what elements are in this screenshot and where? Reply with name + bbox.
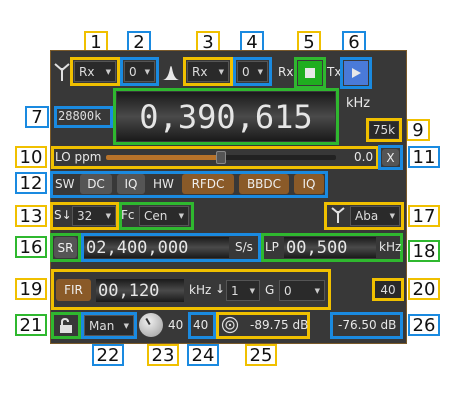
rx-index-select[interactable]: 0 ▼	[124, 61, 155, 82]
label-21: 21	[15, 314, 47, 336]
sw-dc-button[interactable]: DC	[80, 174, 112, 194]
power-meter-icon	[221, 316, 239, 334]
gain-dial-value: 40	[168, 318, 184, 332]
step-value[interactable]: 75k	[370, 122, 398, 138]
label-13: 13	[15, 205, 47, 227]
tx-stream-select-label: Rx	[192, 64, 208, 79]
sample-rate-unit: S/s	[235, 240, 253, 254]
stop-icon	[305, 68, 315, 78]
fc-position-select[interactable]: Cen ▼	[139, 206, 189, 226]
fir-gain-value: 0	[284, 283, 292, 298]
decimation-label: S↓	[54, 208, 72, 222]
gain-value: 40	[193, 318, 209, 332]
chevron-down-icon: ▼	[389, 212, 395, 220]
label-22: 22	[92, 344, 124, 366]
fir-order-value[interactable]: 40	[375, 281, 401, 298]
label-19: 19	[15, 278, 47, 300]
fir-button[interactable]: FIR	[56, 279, 91, 301]
fir-decimation-value: 1	[231, 283, 239, 298]
power-value: -89.75 dB	[250, 318, 309, 332]
tx-index-label: 0	[242, 64, 250, 79]
center-frequency-dial[interactable]: 0,390,615	[117, 92, 335, 141]
lo-shift-value[interactable]: 28800k	[58, 109, 101, 123]
chevron-down-icon: ▼	[218, 67, 224, 76]
label-9: 9	[406, 119, 430, 141]
label-26: 26	[408, 314, 440, 336]
fir-decimation-select[interactable]: 1 ▼	[226, 280, 260, 301]
chevron-down-icon: ▼	[105, 212, 111, 220]
tx-index-select[interactable]: 0 ▼	[237, 61, 268, 82]
chevron-down-icon: ▼	[123, 321, 129, 330]
antenna-icon	[330, 206, 346, 224]
sw-label: SW	[55, 177, 75, 191]
fc-position-label: Fc	[121, 208, 135, 222]
lo-ppm-slider-handle[interactable]	[216, 151, 226, 164]
antenna-icon	[53, 62, 71, 82]
unlock-icon	[60, 317, 72, 333]
start-stop-button[interactable]	[298, 61, 322, 85]
play-button[interactable]	[344, 61, 368, 85]
fir-bandwidth-dial[interactable]: 00,120	[96, 279, 184, 302]
chevron-down-icon: ▼	[249, 286, 255, 295]
hw-bbdc-button[interactable]: BBDC	[239, 174, 289, 194]
label-24: 24	[187, 344, 219, 366]
chevron-down-icon: ▼	[178, 212, 184, 220]
lo-ppm-slider-fill	[106, 155, 222, 160]
chevron-down-icon: ▼	[314, 286, 320, 295]
lp-filter-unit: kHz	[379, 240, 402, 254]
label-18: 18	[408, 240, 440, 262]
lp-filter-dial[interactable]: 00,500	[284, 237, 376, 258]
rx-label: Rx	[278, 65, 294, 79]
sample-rate-mode-button[interactable]: SR	[54, 237, 77, 258]
label-25: 25	[245, 344, 277, 366]
fir-unit: kHz	[189, 283, 212, 297]
chevron-down-icon: ▼	[257, 67, 263, 76]
sample-rate-dial[interactable]: 02,400,000	[84, 237, 229, 258]
sw-iq-button[interactable]: IQ	[117, 174, 145, 194]
label-16: 16	[15, 236, 47, 258]
label-11: 11	[408, 146, 440, 168]
lo-ppm-reset-button[interactable]: X	[382, 149, 399, 166]
lp-filter-label: LP	[265, 240, 279, 254]
hw-rfdc-button[interactable]: RFDC	[182, 174, 234, 194]
antenna-value: Aba	[355, 209, 379, 223]
dial-notch-icon	[145, 317, 151, 325]
hw-label: HW	[153, 177, 174, 191]
label-17: 17	[408, 205, 440, 227]
rx-index-label: 0	[129, 64, 137, 79]
tx-stream-select[interactable]: Rx ▼	[187, 61, 229, 82]
gain-dial[interactable]	[139, 313, 163, 337]
rx-stream-select[interactable]: Rx ▼	[74, 61, 116, 82]
antenna-select[interactable]: Aba ▼	[350, 206, 400, 226]
label-12: 12	[15, 172, 47, 194]
hw-iq-button[interactable]: IQ	[294, 174, 324, 194]
lock-button[interactable]	[55, 316, 77, 335]
fir-gain-select[interactable]: 0 ▼	[279, 280, 325, 301]
rx-stream-select-label: Rx	[79, 64, 95, 79]
label-20: 20	[408, 278, 440, 300]
gain-mode-select[interactable]: Man ▼	[84, 315, 134, 336]
play-icon	[352, 68, 361, 78]
decimation-value: 32	[77, 209, 93, 223]
label-23: 23	[147, 344, 179, 366]
chevron-down-icon: ▼	[144, 67, 150, 76]
fc-position-value: Cen	[144, 209, 168, 223]
chevron-down-icon: ▼	[105, 67, 111, 76]
fir-decim-arrow: ↓	[215, 282, 226, 296]
decimation-select[interactable]: 32 ▼	[72, 206, 116, 226]
label-7: 7	[25, 106, 49, 128]
spectrum-icon	[161, 62, 181, 82]
fir-gain-label: G	[265, 283, 275, 297]
frequency-unit: kHz	[346, 96, 371, 111]
peak-value: -76.50 dB	[338, 318, 397, 332]
label-10: 10	[15, 146, 47, 168]
gain-mode-value: Man	[89, 318, 115, 333]
lo-ppm-label: LO ppm	[55, 150, 102, 164]
lo-ppm-value: 0.0	[354, 150, 374, 164]
